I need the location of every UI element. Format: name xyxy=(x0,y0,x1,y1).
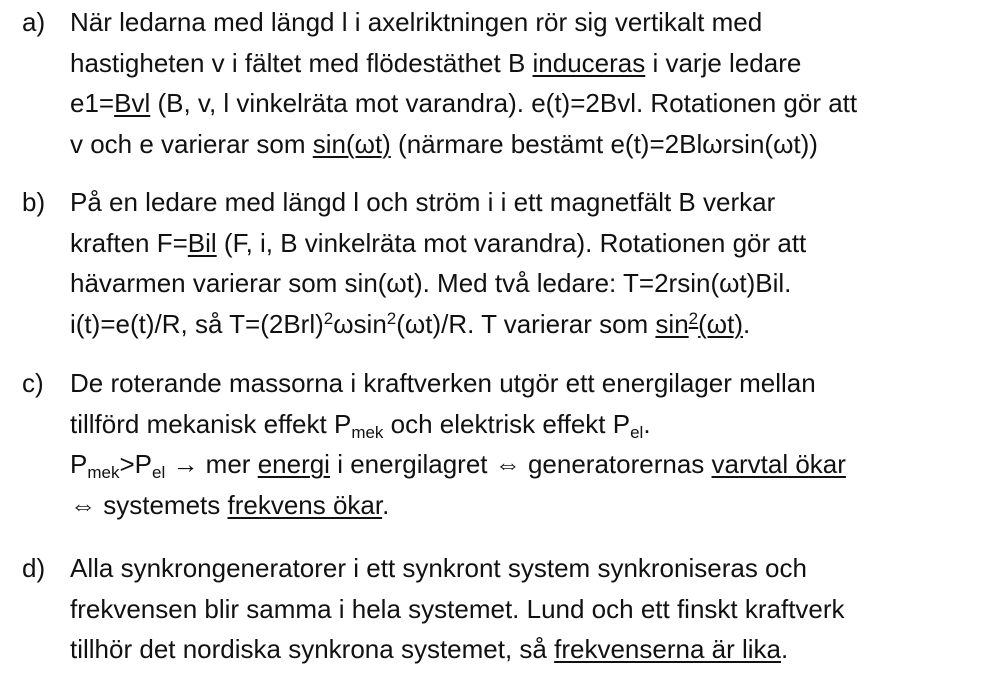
text-run: → mer xyxy=(165,449,258,479)
text-line: På en ledare med längd l och ström i i e… xyxy=(70,182,1000,223)
text-run: (F, i, B vinkelräta mot varandra). Rotat… xyxy=(216,227,807,258)
text-run: (ωt)/R. T varierar som xyxy=(396,308,656,339)
text-run: (närmare bestämt e(t)=2Blωrsin(ωt)) xyxy=(390,128,818,159)
text-run: hastigheten v i fältet med flödestäthet … xyxy=(70,47,533,78)
text-run: . xyxy=(742,308,751,339)
text-run: tillförd mekanisk effekt P xyxy=(70,408,352,439)
text-run: På en ledare med längd l och ström i i e… xyxy=(70,187,776,217)
item-text: De roterande massorna i kraftverken utgö… xyxy=(70,363,1000,525)
text-run: sin(ωt) xyxy=(312,128,391,159)
text-line: Pmek>Pel → mer energi i energilagret ⇔ g… xyxy=(70,444,1000,485)
text-run: i varje ledare xyxy=(645,47,802,78)
text-run: 2 xyxy=(323,308,334,328)
text-run: . xyxy=(781,634,789,664)
text-run: ⇔ systemets xyxy=(70,489,228,520)
text-run: frekvenserna är lika xyxy=(554,634,781,664)
text-run: induceras xyxy=(532,47,646,78)
text-run: el xyxy=(152,463,166,482)
item-text: Alla synkrongeneratorer i ett synkront s… xyxy=(70,548,1000,670)
text-run: 2 xyxy=(386,308,397,328)
item-text: På en ledare med längd l och ström i i e… xyxy=(70,182,1000,344)
text-run: När ledarna med längd l i axelriktningen… xyxy=(70,7,763,37)
text-run: frekvens ökar xyxy=(227,489,383,520)
text-line: i(t)=e(t)/R, så T=(2Brl)2ωsin2(ωt)/R. T … xyxy=(70,304,1000,345)
item-marker: d) xyxy=(22,553,46,583)
text-run: i energilagret ⇔ generatorernas xyxy=(329,449,712,479)
text-run: el xyxy=(630,422,644,442)
text-line: ⇔ systemets frekvens ökar. xyxy=(70,485,1000,526)
item-marker: c) xyxy=(22,368,44,398)
text-run: ωsin xyxy=(333,308,387,339)
text-run: 2 xyxy=(688,308,699,328)
text-run: . xyxy=(382,489,390,520)
text-run: De roterande massorna i kraftverken utgö… xyxy=(70,368,816,398)
text-run: hävarmen varierar som sin(ωt). Med två l… xyxy=(70,268,792,298)
text-run: P xyxy=(70,449,88,479)
text-line: kraften F=Bil (F, i, B vinkelräta mot va… xyxy=(70,223,1000,264)
answer-sheet: a) När ledarna med längd l i axelriktnin… xyxy=(0,0,1007,677)
text-run: mek xyxy=(351,422,384,442)
text-run: mek xyxy=(87,463,120,482)
text-run: >P xyxy=(119,449,152,479)
text-run: . xyxy=(643,408,651,439)
text-run: energi xyxy=(257,449,330,479)
text-run: i(t)=e(t)/R, så T=(2Brl) xyxy=(70,308,324,339)
text-line: tillhör det nordiska synkrona systemet, … xyxy=(70,629,1000,670)
text-run: (ωt) xyxy=(698,308,743,339)
text-line: hävarmen varierar som sin(ωt). Med två l… xyxy=(70,263,1000,304)
text-run: kraften F= xyxy=(70,227,188,258)
text-line: hastigheten v i fältet med flödestäthet … xyxy=(70,43,1000,84)
text-run: e1= xyxy=(70,88,115,118)
text-run: tillhör det nordiska synkrona systemet, … xyxy=(70,634,555,664)
text-line: Alla synkrongeneratorer i ett synkront s… xyxy=(70,548,1000,589)
text-line: frekvensen blir samma i hela systemet. L… xyxy=(70,589,1000,630)
text-line: De roterande massorna i kraftverken utgö… xyxy=(70,363,1000,404)
text-run: Bvl xyxy=(114,88,151,118)
text-run: Alla synkrongeneratorer i ett synkront s… xyxy=(70,553,807,583)
text-line: När ledarna med längd l i axelriktningen… xyxy=(70,2,1000,43)
item-marker: a) xyxy=(22,7,46,37)
text-run: Bil xyxy=(187,227,217,258)
item-text: När ledarna med längd l i axelriktningen… xyxy=(70,2,1000,164)
item-marker: b) xyxy=(22,187,46,217)
text-run: varvtal ökar xyxy=(711,449,846,479)
text-run: sin xyxy=(655,308,689,339)
text-line: e1=Bvl (B, v, l vinkelräta mot varandra)… xyxy=(70,83,1000,124)
text-run: frekvensen blir samma i hela systemet. L… xyxy=(70,593,845,624)
text-line: v och e varierar som sin(ωt) (närmare be… xyxy=(70,124,1000,165)
text-run: (B, v, l vinkelräta mot varandra). e(t)=… xyxy=(150,88,858,118)
text-line: tillförd mekanisk effekt Pmek och elektr… xyxy=(70,404,1000,445)
text-run: och elektrisk effekt P xyxy=(383,408,631,439)
text-run: v och e varierar som xyxy=(70,128,313,159)
